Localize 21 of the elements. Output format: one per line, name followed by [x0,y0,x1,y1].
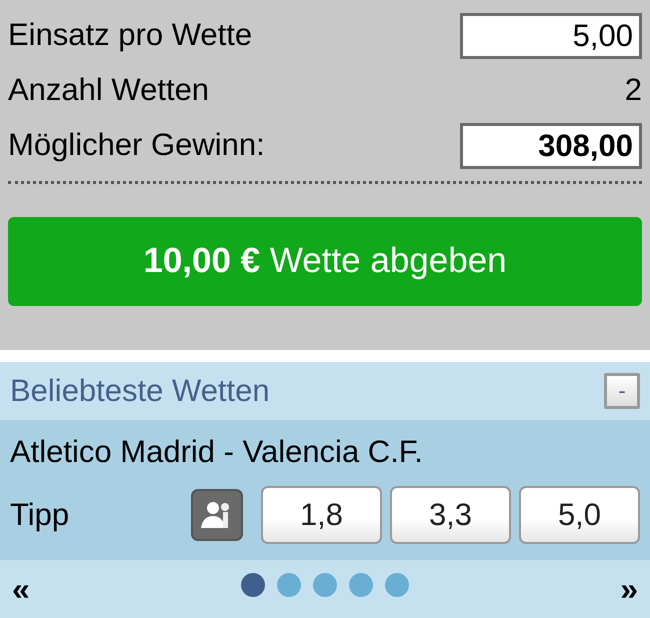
match-name: Atletico Madrid - Valencia C.F. [10,433,424,471]
amount-field[interactable]: 308,00 [460,122,642,168]
field-label: Einsatz pro Wette [8,16,252,54]
page-dot[interactable] [385,573,409,597]
odds-button[interactable]: 3,3 [390,486,511,544]
tip-label: Tipp [10,496,70,534]
page-dot[interactable] [349,573,373,597]
page-dot[interactable] [313,573,337,597]
field-label: Möglicher Gewinn: [8,126,265,164]
previous-button[interactable]: « [12,573,30,605]
page-dot[interactable] [241,573,265,597]
collapse-button[interactable]: - [604,373,640,409]
odds-button[interactable]: 5,0 [519,486,640,544]
next-button[interactable]: » [620,573,638,605]
field-label: Anzahl Wetten [8,71,210,110]
section-title: Beliebteste Wetten [10,372,270,410]
page-dot[interactable] [277,573,301,597]
bet-count: 2 [624,71,642,110]
amount-field[interactable]: 5,00 [460,12,642,58]
odds-button[interactable]: 1,8 [261,486,382,544]
people-icon[interactable] [191,489,243,541]
